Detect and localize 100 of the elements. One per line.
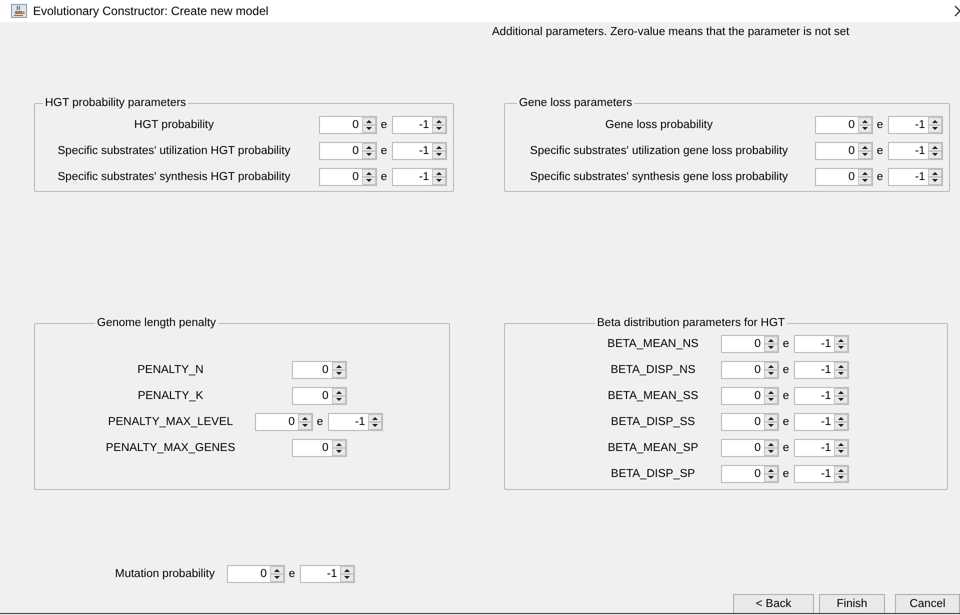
up-down-arrows-icon[interactable]: [270, 566, 284, 582]
up-down-arrows-icon[interactable]: [368, 414, 382, 430]
exponent-label: e: [316, 415, 324, 430]
field-label: BETA_DISP_SS: [610, 415, 696, 430]
exponent-label: e: [876, 118, 884, 133]
up-down-arrows-icon[interactable]: [362, 169, 376, 185]
field-label: PENALTY_MAX_GENES: [104, 441, 236, 456]
field-label: Gene loss probability: [604, 118, 714, 133]
up-down-arrows-icon[interactable]: [764, 466, 778, 482]
up-down-arrows-icon[interactable]: [764, 414, 778, 430]
dialog-button[interactable]: Cancel: [895, 594, 960, 614]
number-spinner[interactable]: 0: [720, 361, 779, 379]
up-down-arrows-icon[interactable]: [432, 143, 446, 159]
number-spinner[interactable]: 0: [254, 413, 313, 431]
number-spinner[interactable]: -1: [794, 465, 850, 483]
field-label: PENALTY_N: [136, 363, 205, 378]
number-spinner[interactable]: 0: [814, 168, 873, 186]
exponent-label: e: [380, 144, 388, 159]
number-spinner[interactable]: 0: [720, 465, 779, 483]
exponent-label: e: [782, 363, 790, 378]
number-spinner[interactable]: -1: [300, 565, 356, 583]
number-spinner[interactable]: 0: [318, 168, 377, 186]
up-down-arrows-icon[interactable]: [332, 362, 346, 378]
number-spinner[interactable]: 0: [720, 439, 779, 457]
exponent-label: e: [782, 467, 790, 482]
number-spinner[interactable]: 0: [318, 116, 377, 134]
exponent-label: e: [876, 144, 884, 159]
exponent-label: e: [380, 170, 388, 185]
field-label: BETA_MEAN_NS: [606, 337, 700, 352]
field-label: BETA_DISP_NS: [610, 363, 696, 378]
number-spinner[interactable]: -1: [888, 168, 944, 186]
number-spinner[interactable]: -1: [794, 439, 850, 457]
app-icon: [11, 4, 27, 18]
number-spinner[interactable]: -1: [888, 116, 944, 134]
field-label: Specific substrates' synthesis HGT probability: [56, 170, 292, 185]
up-down-arrows-icon[interactable]: [432, 169, 446, 185]
dialog-button[interactable]: < Back: [733, 594, 814, 614]
up-down-arrows-icon[interactable]: [834, 440, 848, 456]
number-spinner[interactable]: -1: [794, 387, 850, 405]
up-down-arrows-icon[interactable]: [764, 362, 778, 378]
group-title: Gene loss parameters: [518, 97, 634, 110]
up-down-arrows-icon[interactable]: [834, 466, 848, 482]
number-spinner[interactable]: 0: [814, 142, 873, 160]
number-spinner[interactable]: 0: [720, 387, 779, 405]
exponent-label: e: [782, 337, 790, 352]
number-spinner[interactable]: -1: [328, 413, 384, 431]
number-spinner[interactable]: -1: [392, 168, 448, 186]
exponent-label: e: [782, 415, 790, 430]
number-spinner[interactable]: -1: [794, 413, 850, 431]
up-down-arrows-icon[interactable]: [362, 117, 376, 133]
up-down-arrows-icon[interactable]: [764, 440, 778, 456]
group-title: HGT probability parameters: [44, 97, 188, 110]
field-label: Specific substrates' utilization HGT probability: [56, 144, 292, 159]
group-title: Beta distribution parameters for HGT: [596, 317, 786, 330]
up-down-arrows-icon[interactable]: [340, 566, 354, 582]
field-label: Specific substrates' synthesis gene loss probability: [529, 170, 789, 185]
window-title: Evolutionary Constructor: Create new model: [33, 4, 268, 18]
up-down-arrows-icon[interactable]: [764, 336, 778, 352]
up-down-arrows-icon[interactable]: [928, 169, 942, 185]
up-down-arrows-icon[interactable]: [858, 117, 872, 133]
field-label: BETA_DISP_SP: [610, 467, 696, 482]
number-spinner[interactable]: -1: [794, 335, 850, 353]
up-down-arrows-icon[interactable]: [858, 169, 872, 185]
up-down-arrows-icon[interactable]: [834, 362, 848, 378]
field-label: BETA_MEAN_SS: [606, 389, 700, 404]
number-spinner[interactable]: 0: [292, 439, 346, 457]
up-down-arrows-icon[interactable]: [834, 336, 848, 352]
up-down-arrows-icon[interactable]: [298, 414, 312, 430]
exponent-label: e: [288, 568, 296, 580]
up-down-arrows-icon[interactable]: [858, 143, 872, 159]
exponent-label: e: [380, 118, 388, 133]
exponent-label: e: [876, 170, 884, 185]
number-spinner[interactable]: -1: [794, 361, 850, 379]
field-label: HGT probability: [133, 118, 215, 133]
field-label: PENALTY_K: [136, 389, 204, 404]
up-down-arrows-icon[interactable]: [764, 388, 778, 404]
up-down-arrows-icon[interactable]: [834, 414, 848, 430]
number-spinner[interactable]: 0: [814, 116, 873, 134]
number-spinner[interactable]: 0: [292, 387, 346, 405]
up-down-arrows-icon[interactable]: [834, 388, 848, 404]
up-down-arrows-icon[interactable]: [332, 440, 346, 456]
number-spinner[interactable]: 0: [292, 361, 346, 379]
up-down-arrows-icon[interactable]: [432, 117, 446, 133]
number-spinner[interactable]: -1: [392, 116, 448, 134]
up-down-arrows-icon[interactable]: [332, 388, 346, 404]
number-spinner[interactable]: 0: [226, 565, 285, 583]
up-down-arrows-icon[interactable]: [362, 143, 376, 159]
number-spinner[interactable]: -1: [888, 142, 944, 160]
group-title: Genome length penalty: [96, 317, 217, 330]
up-down-arrows-icon[interactable]: [928, 143, 942, 159]
number-spinner[interactable]: -1: [392, 142, 448, 160]
description-text: Additional parameters. Zero-value means that the parameter is not set: [492, 26, 850, 38]
up-down-arrows-icon[interactable]: [928, 117, 942, 133]
number-spinner[interactable]: 0: [720, 413, 779, 431]
number-spinner[interactable]: 0: [720, 335, 779, 353]
dialog-button[interactable]: Finish: [819, 594, 885, 614]
field-label: PENALTY_MAX_LEVEL: [106, 415, 234, 430]
number-spinner[interactable]: 0: [318, 142, 377, 160]
field-label: BETA_MEAN_SP: [606, 441, 700, 456]
field-label: Specific substrates' utilization gene loss probability: [529, 144, 789, 159]
